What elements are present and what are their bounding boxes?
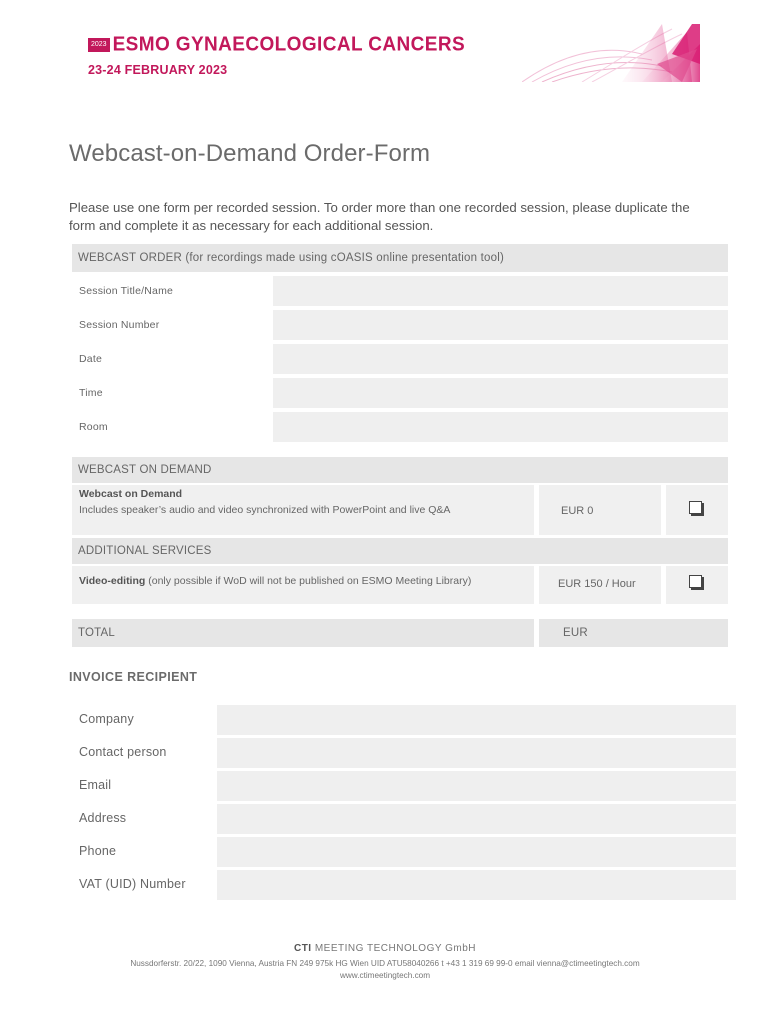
phone-label: Phone bbox=[79, 844, 117, 858]
session-number-label: Session Number bbox=[79, 319, 160, 331]
invoice-recipient-heading: INVOICE RECIPIENT bbox=[69, 670, 198, 684]
webcast-on-demand-item: Webcast on Demand Includes speaker’s aud… bbox=[72, 485, 534, 535]
page-title: Webcast-on-Demand Order-Form bbox=[69, 140, 431, 167]
webcast-on-demand-header: WEBCAST ON DEMAND bbox=[72, 457, 728, 483]
session-number-field[interactable] bbox=[273, 310, 728, 340]
room-field[interactable] bbox=[273, 412, 728, 442]
webcast-order-header: WEBCAST ORDER (for recordings made using… bbox=[72, 244, 728, 272]
video-editing-item: Video-editing (only possible if WoD will… bbox=[72, 566, 534, 604]
contact-person-field[interactable] bbox=[217, 738, 736, 768]
video-editing-checkbox[interactable] bbox=[689, 575, 702, 588]
vat-number-field[interactable] bbox=[217, 870, 736, 900]
webcast-on-demand-checkbox[interactable] bbox=[689, 501, 702, 514]
address-label: Address bbox=[79, 811, 127, 825]
contact-person-label: Contact person bbox=[79, 745, 167, 759]
footer-company-bold: CTI bbox=[293, 943, 312, 954]
webcast-on-demand-description: Includes speaker’s audio and video synch… bbox=[79, 504, 451, 516]
year-badge: 2023 bbox=[88, 38, 110, 52]
session-title-label: Session Title/Name bbox=[79, 285, 174, 297]
webcast-on-demand-price-cell bbox=[539, 485, 661, 535]
conference-title: ESMO GYNAECOLOGICAL CANCERS bbox=[112, 33, 466, 56]
time-field[interactable] bbox=[273, 378, 728, 408]
company-label: Company bbox=[79, 712, 134, 726]
video-editing-price: EUR 150 / Hour bbox=[558, 578, 636, 590]
vat-number-label: VAT (UID) Number bbox=[79, 877, 186, 891]
conference-dates: 23-24 FEBRUARY 2023 bbox=[88, 63, 228, 77]
email-field[interactable] bbox=[217, 771, 736, 801]
address-field[interactable] bbox=[217, 804, 736, 834]
footer-address: Nussdorferstr. 20/22, 1090 Vienna, Austr… bbox=[130, 959, 640, 968]
conference-title-row: 2023 ESMO GYNAECOLOGICAL CANCERS bbox=[88, 33, 466, 56]
session-title-field[interactable] bbox=[273, 276, 728, 306]
phone-field[interactable] bbox=[217, 837, 736, 867]
footer-website[interactable]: www.ctimeetingtech.com bbox=[0, 971, 770, 980]
date-field[interactable] bbox=[273, 344, 728, 374]
total-field[interactable]: EUR bbox=[539, 619, 728, 647]
email-label: Email bbox=[79, 778, 112, 792]
webcast-on-demand-title: Webcast on Demand bbox=[79, 488, 183, 500]
webcast-on-demand-price: EUR 0 bbox=[561, 505, 594, 517]
video-editing-title: Video-editing bbox=[79, 575, 146, 587]
intro-text: Please use one form per recorded session… bbox=[69, 200, 690, 233]
conference-header: 2023 ESMO GYNAECOLOGICAL CANCERS 23-24 F… bbox=[88, 33, 466, 77]
room-label: Room bbox=[79, 421, 108, 433]
company-field[interactable] bbox=[217, 705, 736, 735]
total-label: TOTAL bbox=[72, 619, 534, 647]
video-editing-note: (only possible if WoD will not be publis… bbox=[145, 575, 472, 587]
footer-company-rest: MEETING TECHNOLOGY GmbH bbox=[311, 943, 477, 954]
flower-logo-graphic bbox=[522, 24, 700, 82]
date-label: Date bbox=[79, 353, 102, 365]
additional-services-header: ADDITIONAL SERVICES bbox=[72, 538, 728, 564]
footer-company: CTI MEETING TECHNOLOGY GmbH bbox=[0, 943, 770, 954]
time-label: Time bbox=[79, 387, 103, 399]
